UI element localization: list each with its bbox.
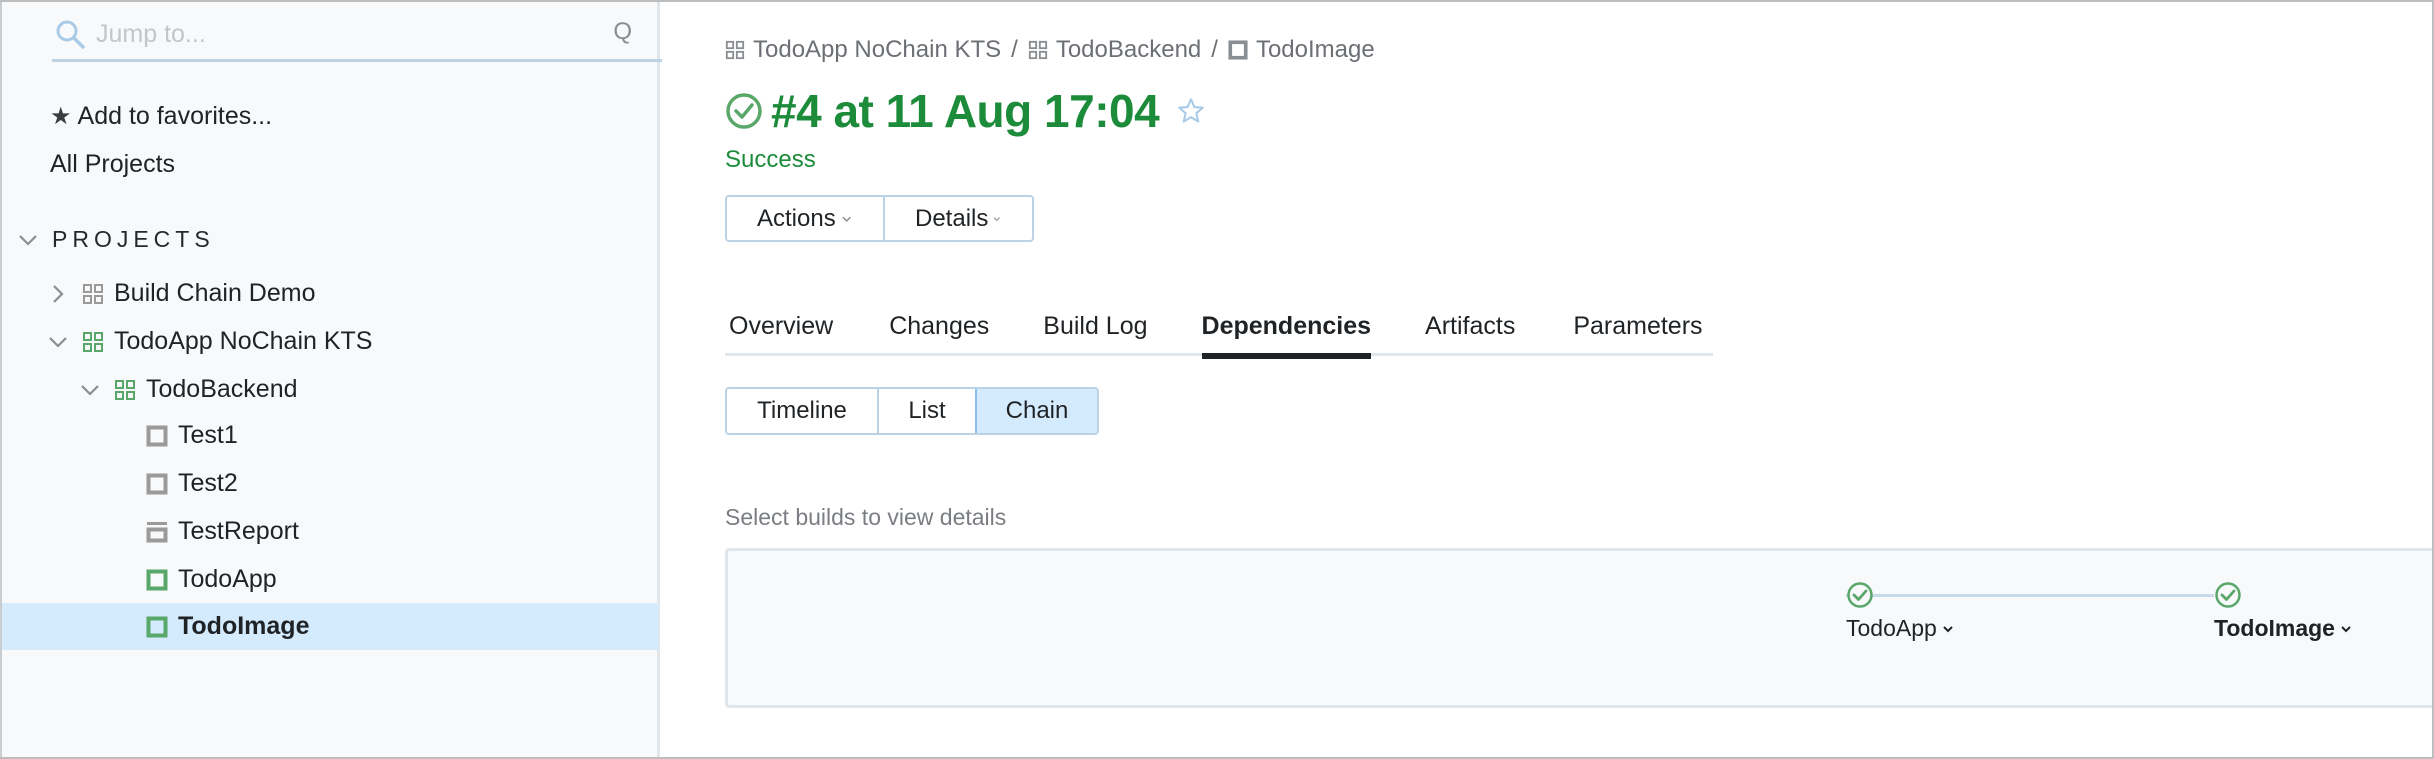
tree-item-label: TodoImage [178, 612, 310, 640]
success-check-icon[interactable] [2214, 581, 2242, 609]
build-title: #4 at 11 Aug 17:04 [725, 84, 1205, 138]
tab-parameters[interactable]: Parameters [1573, 302, 1702, 356]
details-dropdown-button[interactable]: Details [883, 197, 1032, 240]
tree-item-test1[interactable]: Test1 [2, 412, 659, 459]
tab-artifacts[interactable]: Artifacts [1425, 302, 1515, 356]
all-projects-link[interactable]: All Projects [50, 150, 175, 179]
build-config-icon [146, 425, 168, 446]
search-shortcut-hint: Q [613, 18, 632, 45]
dependencies-view-switcher: Timeline List Chain [725, 387, 1099, 435]
build-config-icon [146, 473, 168, 494]
star-outline-icon[interactable] [1177, 97, 1205, 125]
build-config-icon [1228, 40, 1248, 60]
tree-item-todobackend[interactable]: TodoBackend [2, 366, 659, 413]
breadcrumb: TodoApp NoChain KTS / TodoBackend / Todo… [725, 36, 1375, 64]
tab-build-log[interactable]: Build Log [1043, 302, 1147, 356]
chevron-down-icon [842, 216, 851, 222]
view-timeline-button[interactable]: Timeline [727, 389, 877, 433]
tree-item-label: TodoBackend [146, 375, 298, 403]
add-to-favorites-link[interactable]: ★ Add to favorites... [50, 102, 272, 131]
details-label: Details [915, 204, 989, 232]
select-builds-hint: Select builds to view details [725, 504, 1007, 530]
main-content: TodoApp NoChain KTS / TodoBackend / Todo… [663, 2, 2432, 757]
chevron-down-icon [1943, 625, 1953, 632]
sidebar: Q ★ Add to favorites... All Projects PRO… [0, 2, 662, 757]
view-chain-button[interactable]: Chain [975, 389, 1097, 433]
breadcrumb-separator: / [1011, 36, 1018, 63]
tree-item-todoimage[interactable]: TodoImage [2, 603, 659, 650]
success-check-icon[interactable] [1846, 581, 1874, 609]
tree-item-label: Build Chain Demo [114, 279, 316, 307]
chevron-right-icon[interactable] [46, 282, 70, 306]
chain-node-todoapp[interactable]: TodoApp [1846, 615, 1955, 642]
tree-item-label: TodoApp NoChain KTS [114, 327, 373, 355]
breadcrumb-separator: / [1211, 36, 1218, 63]
project-icon [83, 283, 103, 304]
chain-node-label: TodoImage [2214, 615, 2335, 641]
breadcrumb-link-subproject[interactable]: TodoBackend [1056, 36, 1201, 64]
chain-node-todoimage[interactable]: TodoImage [2214, 615, 2353, 642]
project-icon [115, 379, 135, 400]
search-input[interactable] [96, 14, 596, 54]
jump-to-search[interactable]: Q [52, 10, 662, 62]
projects-header-label: PROJECTS [52, 226, 215, 252]
projects-section-header[interactable]: PROJECTS [16, 226, 215, 253]
actions-dropdown-button[interactable]: Actions [727, 197, 883, 240]
project-icon [725, 40, 745, 60]
build-chain-panel: TodoApp TodoImage [725, 548, 2432, 708]
chain-edge [1846, 594, 2214, 597]
tree-item-test2[interactable]: Test2 [2, 460, 659, 507]
star-icon: ★ [50, 103, 72, 130]
tab-dependencies[interactable]: Dependencies [1201, 302, 1371, 359]
build-title-text: #4 at 11 Aug 17:04 [771, 85, 1160, 137]
build-status-text: Success [725, 146, 816, 173]
tree-item-label: TodoApp [178, 565, 277, 593]
view-list-button[interactable]: List [877, 389, 975, 433]
build-config-icon [146, 569, 168, 590]
chevron-down-icon [994, 216, 1001, 221]
tab-changes[interactable]: Changes [889, 302, 989, 356]
all-projects-label: All Projects [50, 150, 176, 178]
chevron-down-icon [2341, 625, 2351, 632]
add-to-favorites-label: Add to favorites... [77, 102, 273, 130]
build-tabs: Overview Changes Build Log Dependencies … [725, 302, 1713, 359]
chevron-down-icon[interactable] [46, 330, 70, 354]
composite-config-icon [146, 521, 168, 542]
breadcrumb-link-project[interactable]: TodoApp NoChain KTS [753, 36, 1001, 64]
search-icon [56, 20, 85, 49]
actions-label: Actions [757, 204, 836, 232]
tree-item-todoapp[interactable]: TodoApp [2, 556, 659, 603]
project-icon [83, 331, 103, 352]
success-check-icon [726, 93, 762, 129]
tree-item-build-chain-demo[interactable]: Build Chain Demo [2, 270, 659, 317]
chevron-down-icon [16, 228, 40, 252]
build-actions-group: Actions Details [725, 195, 1034, 242]
tab-overview[interactable]: Overview [729, 302, 833, 356]
chain-node-label: TodoApp [1846, 615, 1937, 641]
breadcrumb-link-build-config[interactable]: TodoImage [1256, 36, 1375, 64]
tree-item-label: Test2 [178, 469, 238, 497]
tree-item-label: TestReport [178, 517, 299, 545]
chevron-down-icon[interactable] [78, 378, 102, 402]
tree-item-testreport[interactable]: TestReport [2, 508, 659, 555]
tree-item-label: Test1 [178, 421, 238, 449]
build-config-icon [146, 616, 168, 637]
tree-item-todoapp-nochain-kts[interactable]: TodoApp NoChain KTS [2, 318, 659, 365]
project-icon [1028, 40, 1047, 60]
